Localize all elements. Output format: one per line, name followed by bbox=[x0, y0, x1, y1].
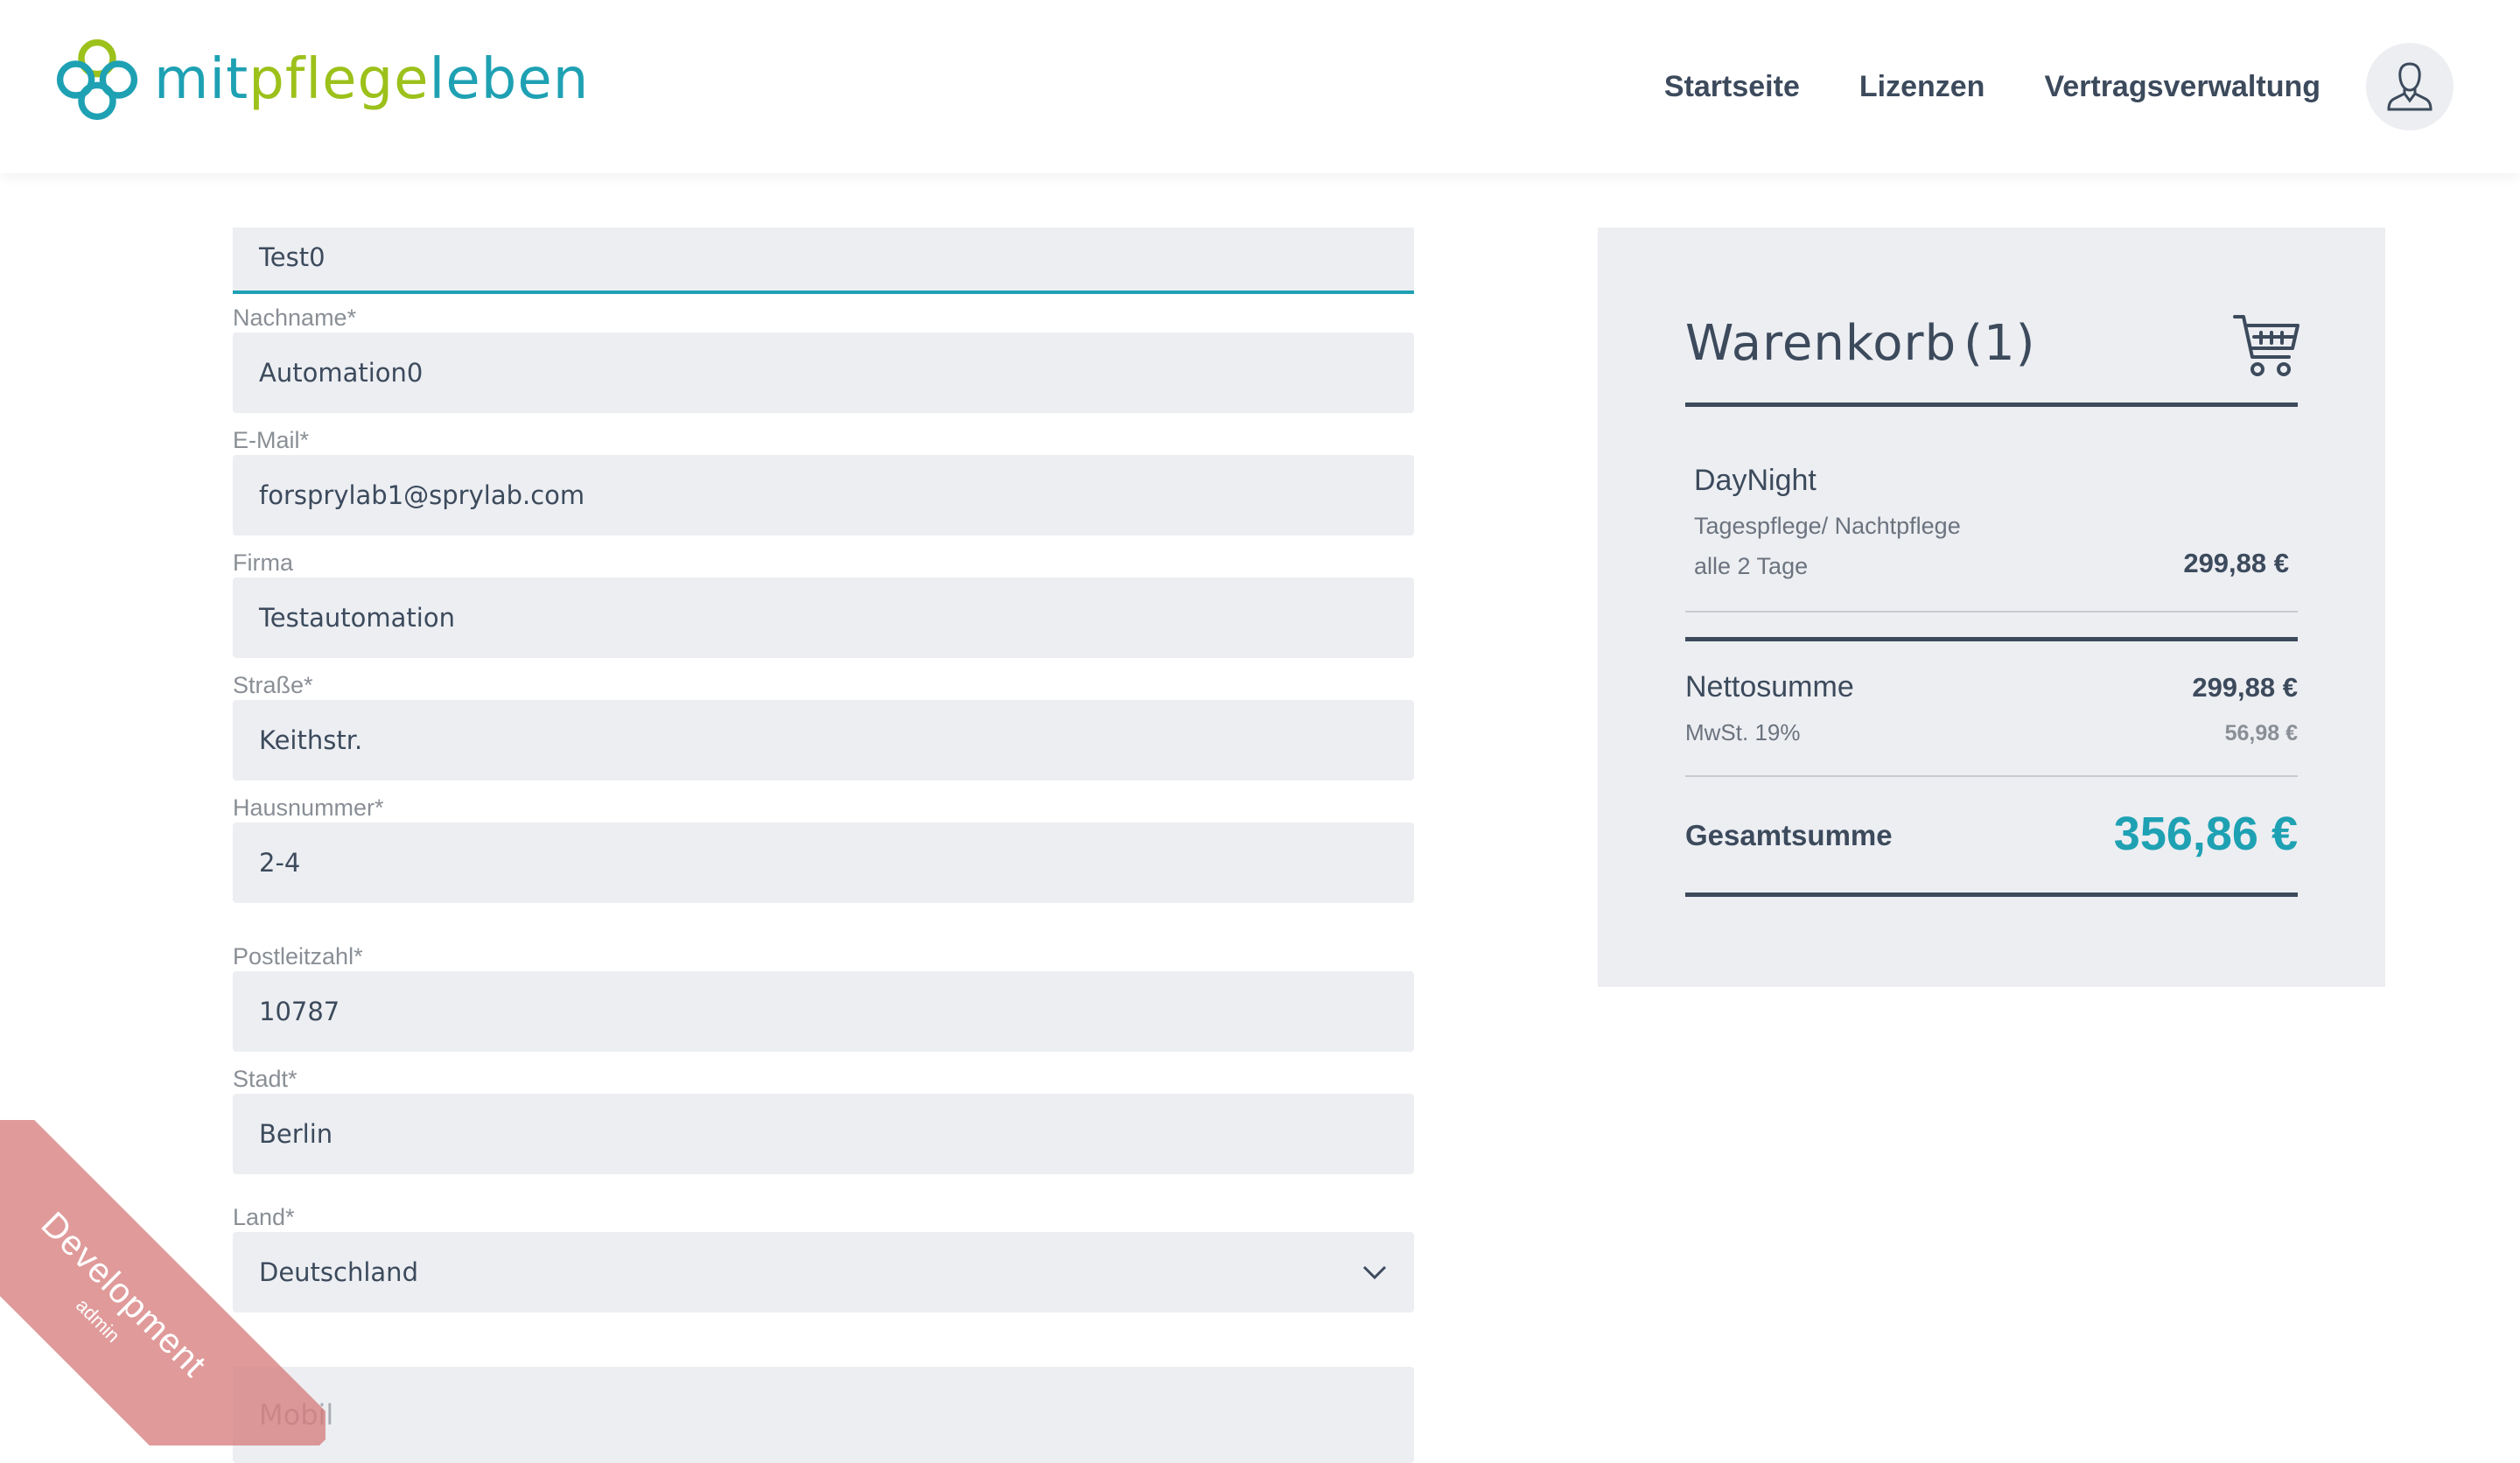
netto-label: Nettosumme bbox=[1685, 670, 1854, 704]
brand-logo[interactable]: mitpflegeleben bbox=[51, 33, 589, 126]
cart-icon[interactable] bbox=[2231, 312, 2301, 386]
field-mobil: Mobil bbox=[233, 1367, 1414, 1463]
postleitzahl-label: Postleitzahl* bbox=[233, 943, 363, 970]
land-select[interactable]: Deutschland bbox=[233, 1232, 1414, 1312]
cart-item-interval: alle 2 Tage bbox=[1694, 553, 1809, 579]
nachname-label: Nachname* bbox=[233, 304, 357, 331]
field-email: E-Mail* forsprylab1@sprylab.com bbox=[233, 425, 1414, 536]
gesamt-value: 356,86 € bbox=[2113, 808, 2298, 860]
land-select-wrap: Deutschland bbox=[233, 1232, 1414, 1312]
brand-wordmark: mitpflegeleben bbox=[154, 52, 589, 108]
netto-value: 299,88 € bbox=[2192, 672, 2298, 703]
field-hausnummer: Hausnummer* 2-4 bbox=[233, 793, 1414, 903]
field-land: Land* Deutschland bbox=[233, 1202, 1414, 1312]
field-vorname: Test0 bbox=[233, 228, 1414, 294]
brand-name-part3: leben bbox=[429, 47, 590, 112]
nav-vertragsverwaltung[interactable]: Vertragsverwaltung bbox=[2044, 70, 2320, 104]
cart-item-price: 299,88 € bbox=[2183, 548, 2289, 578]
hausnummer-input[interactable]: 2-4 bbox=[233, 822, 1414, 903]
ribbon-env: Development bbox=[33, 1204, 214, 1385]
nachname-input[interactable]: Automation0 bbox=[233, 332, 1414, 413]
firma-label: Firma bbox=[233, 550, 293, 576]
vorname-input[interactable]: Test0 bbox=[233, 228, 1414, 294]
cart-item-type: Tagespflege/ Nachtpflege bbox=[1694, 513, 1961, 539]
brand-name-part2: pflege bbox=[248, 47, 430, 112]
strasse-label: Straße* bbox=[233, 672, 313, 698]
email-label: E-Mail* bbox=[233, 427, 310, 453]
cart-count: (1) bbox=[1964, 315, 2036, 372]
total-divider bbox=[1685, 892, 2298, 897]
main-nav: Startseite Lizenzen Vertragsverwaltung bbox=[1664, 0, 2520, 173]
mwst-value: 56,98 € bbox=[2224, 721, 2298, 746]
cart-item-name: DayNight bbox=[1694, 464, 1816, 497]
ribbon-role: admin bbox=[72, 1293, 125, 1347]
top-header: mitpflegeleben Startseite Lizenzen Vertr… bbox=[0, 0, 2520, 173]
chevron-down-icon[interactable] bbox=[1362, 1232, 1388, 1312]
cart-header-divider bbox=[1685, 402, 2298, 407]
summary-divider bbox=[1685, 637, 2298, 641]
field-stadt: Stadt* Berlin bbox=[233, 1064, 1414, 1174]
field-firma: Firma Testautomation bbox=[233, 548, 1414, 658]
mwst-label: MwSt. 19% bbox=[1685, 719, 1801, 746]
nav-startseite[interactable]: Startseite bbox=[1664, 70, 1800, 104]
cart-panel: Warenkorb (1) DayNight Tagespflege/ Nacht… bbox=[1598, 228, 2385, 987]
nav-lizenzen[interactable]: Lizenzen bbox=[1859, 70, 1985, 104]
tax-divider bbox=[1685, 775, 2298, 777]
item-divider bbox=[1685, 611, 2298, 612]
hausnummer-label: Hausnummer* bbox=[233, 794, 384, 821]
postleitzahl-input[interactable]: 10787 bbox=[233, 971, 1414, 1052]
gesamt-label: Gesamtsumme bbox=[1685, 819, 1893, 851]
email-input[interactable]: forsprylab1@sprylab.com bbox=[233, 455, 1414, 536]
cart-title-text: Warenkorb bbox=[1685, 315, 1957, 372]
stadt-label: Stadt* bbox=[233, 1066, 298, 1092]
field-nachname: Nachname* Automation0 bbox=[233, 303, 1414, 413]
avatar[interactable] bbox=[2366, 43, 2454, 130]
firma-input[interactable]: Testautomation bbox=[233, 578, 1414, 658]
cart-title: Warenkorb (1) bbox=[1685, 315, 2035, 372]
user-icon bbox=[2387, 62, 2432, 111]
mobil-input[interactable]: Mobil bbox=[233, 1367, 1414, 1463]
stadt-input[interactable]: Berlin bbox=[233, 1094, 1414, 1174]
strasse-input[interactable]: Keithstr. bbox=[233, 700, 1414, 780]
logo-icon bbox=[56, 38, 138, 121]
field-postleitzahl: Postleitzahl* 10787 bbox=[233, 942, 1414, 1052]
brand-name-part1: mit bbox=[154, 47, 249, 112]
field-strasse: Straße* Keithstr. bbox=[233, 670, 1414, 780]
land-label: Land* bbox=[233, 1204, 295, 1230]
